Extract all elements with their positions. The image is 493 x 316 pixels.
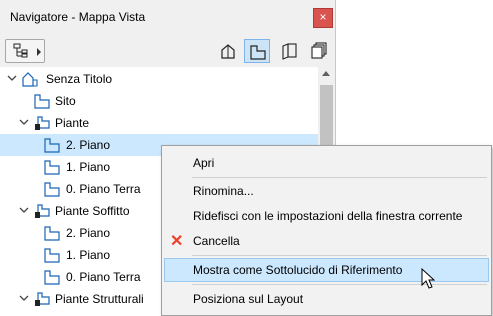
view-map-button[interactable] bbox=[244, 39, 270, 63]
scroll-up-arrow-icon[interactable] bbox=[322, 71, 330, 76]
floorplan-icon bbox=[44, 270, 60, 285]
menu-item-label: Mostra come Sottolucido di Riferimento bbox=[193, 263, 403, 277]
tree-item-view[interactable]: Sito bbox=[0, 90, 318, 112]
folder-icon bbox=[35, 292, 50, 306]
tree-item-label: Piante Soffitto bbox=[55, 204, 130, 218]
floorplan-icon bbox=[44, 182, 60, 197]
tree-item-label: Senza Titolo bbox=[46, 72, 113, 86]
tree-item-folder[interactable]: Piante bbox=[0, 112, 318, 134]
close-icon: × bbox=[319, 10, 327, 24]
menu-item-rename[interactable]: Rinomina... bbox=[164, 179, 489, 203]
menu-item-label: Cancella bbox=[193, 234, 240, 248]
tree-item-label: Piante bbox=[55, 116, 90, 130]
tree-item-label: Piante Strutturali bbox=[55, 292, 144, 306]
menu-separator bbox=[192, 177, 487, 178]
menu-item-redefine[interactable]: Ridefisci con le impostazioni della fine… bbox=[164, 204, 489, 228]
toolbar bbox=[0, 34, 336, 67]
tree-item-project[interactable]: Senza Titolo bbox=[0, 68, 318, 90]
window-title: Navigatore - Mappa Vista bbox=[10, 10, 146, 24]
tree-item-label: 1. Piano bbox=[66, 160, 111, 174]
close-button[interactable]: × bbox=[313, 8, 333, 28]
floorplan-icon bbox=[34, 94, 50, 109]
tree-item-label: 2. Piano bbox=[66, 138, 111, 152]
menu-separator bbox=[192, 284, 487, 285]
project-map-button[interactable] bbox=[216, 39, 242, 63]
menu-item-delete[interactable]: ✕ Cancella bbox=[164, 229, 489, 253]
chevron-down-icon[interactable] bbox=[6, 72, 18, 84]
context-menu: Apri Rinomina... Ridefisci con le impost… bbox=[161, 145, 492, 316]
tree-item-label: 2. Piano bbox=[66, 226, 111, 240]
title-bar: Navigatore - Mappa Vista × bbox=[0, 0, 336, 34]
menu-item-label: Posiziona sul Layout bbox=[193, 292, 304, 306]
tree-options-icon bbox=[13, 43, 28, 58]
delete-x-icon: ✕ bbox=[170, 233, 184, 250]
menu-item-place-on-layout[interactable]: Posiziona sul Layout bbox=[164, 287, 489, 311]
tree-item-label: Sito bbox=[55, 94, 76, 108]
floorplan-icon bbox=[44, 138, 60, 153]
menu-separator bbox=[192, 255, 487, 256]
layout-book-button[interactable] bbox=[276, 39, 302, 63]
menu-item-show-as-trace-reference[interactable]: Mostra come Sottolucido di Riferimento bbox=[164, 258, 489, 282]
publisher-sets-icon bbox=[311, 42, 327, 59]
menu-item-label: Rinomina... bbox=[193, 184, 254, 198]
menu-item-label: Ridefisci con le impostazioni della fine… bbox=[193, 209, 463, 223]
floorplan-icon bbox=[44, 248, 60, 263]
floorplan-icon bbox=[44, 160, 60, 175]
folder-icon bbox=[35, 116, 50, 130]
floorplan-icon bbox=[44, 226, 60, 241]
chevron-down-icon[interactable] bbox=[18, 292, 30, 304]
project-map-icon bbox=[221, 44, 235, 59]
mouse-pointer-icon bbox=[421, 268, 435, 289]
tree-item-label: 0. Piano Terra bbox=[66, 182, 141, 196]
tree-options-dropdown[interactable] bbox=[5, 39, 45, 63]
menu-item-label: Apri bbox=[193, 156, 215, 170]
chevron-down-icon[interactable] bbox=[18, 116, 30, 128]
view-map-icon bbox=[250, 45, 266, 60]
tree-item-label: 0. Piano Terra bbox=[66, 270, 141, 284]
menu-item-open[interactable]: Apri bbox=[164, 151, 489, 175]
tree-item-label: 1. Piano bbox=[66, 248, 111, 262]
folder-icon bbox=[35, 204, 50, 218]
chevron-down-icon[interactable] bbox=[18, 204, 30, 216]
publisher-sets-button[interactable] bbox=[306, 39, 332, 63]
project-icon bbox=[22, 72, 38, 87]
dropdown-arrow-icon bbox=[37, 48, 41, 56]
layout-book-icon bbox=[282, 43, 297, 60]
